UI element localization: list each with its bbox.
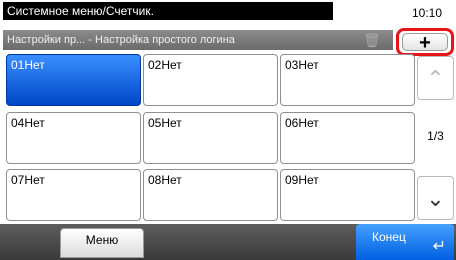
cell-value: Нет — [24, 116, 45, 130]
menu-button[interactable]: Меню — [60, 228, 144, 258]
grid-cell[interactable]: 08Нет — [143, 169, 278, 221]
cell-number: 03 — [285, 58, 299, 72]
cell-value: Нет — [298, 116, 319, 130]
grid-cell[interactable]: 06Нет — [280, 112, 415, 164]
user-grid: 01Нет 02Нет 03Нет 04Нет 05Нет 06Нет 07Не… — [3, 52, 415, 224]
grid-cell[interactable]: 03Нет — [280, 54, 415, 106]
cell-number: 05 — [148, 116, 162, 130]
cell-value: Нет — [24, 173, 45, 187]
cell-number: 02 — [148, 58, 162, 72]
enter-icon: ↵ — [432, 238, 446, 255]
breadcrumb: Настройки пр... - Настройка простого лог… — [3, 30, 393, 50]
grid-cell[interactable]: 09Нет — [280, 169, 415, 221]
window-title: Системное меню/Счетчик. — [3, 2, 333, 20]
cell-number: 06 — [285, 116, 299, 130]
pager: ⌃ 1/3 ⌄ — [417, 56, 454, 220]
cell-number: 09 — [285, 173, 299, 187]
grid-cell[interactable]: 01Нет — [6, 54, 141, 106]
cell-number: 08 — [148, 173, 162, 187]
cell-value: Нет — [161, 173, 182, 187]
end-label: Конец — [372, 230, 406, 244]
clock: 10:10 — [412, 6, 443, 20]
grid-cell[interactable]: 07Нет — [6, 169, 141, 221]
page-indicator: 1/3 — [427, 129, 444, 143]
cell-value: Нет — [24, 58, 45, 72]
cell-value: Нет — [161, 58, 182, 72]
cell-value: Нет — [298, 58, 319, 72]
cell-value: Нет — [298, 173, 319, 187]
end-button[interactable]: Конец ↵ — [356, 224, 454, 260]
cell-number: 04 — [11, 116, 25, 130]
cell-number: 07 — [11, 173, 25, 187]
grid-cell[interactable]: 05Нет — [143, 112, 278, 164]
cell-number: 01 — [11, 58, 25, 72]
trash-icon[interactable]: 🗑 — [362, 31, 382, 49]
cell-value: Нет — [161, 116, 182, 130]
bottom-bar: Меню Конец ↵ — [0, 224, 456, 260]
grid-cell[interactable]: 04Нет — [6, 112, 141, 164]
screen: Системное меню/Счетчик. 10:10 Настройки … — [0, 0, 456, 260]
plus-icon: + — [402, 33, 448, 53]
chevron-down-icon[interactable]: ⌄ — [417, 176, 454, 220]
chevron-up-icon[interactable]: ⌃ — [417, 56, 454, 100]
grid-cell[interactable]: 02Нет — [143, 54, 278, 106]
